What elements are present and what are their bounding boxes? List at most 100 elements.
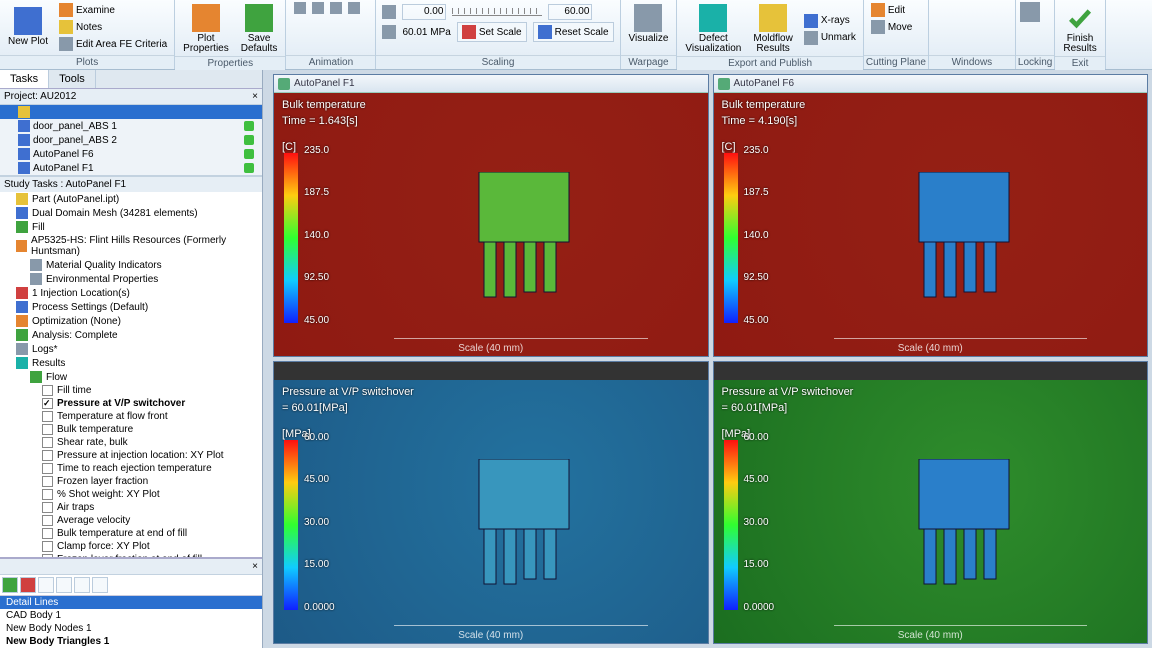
result-row[interactable]: Pressure at injection location: XY Plot: [0, 449, 262, 462]
viewport-titlebar[interactable]: AutoPanel F1: [274, 75, 708, 93]
bt-tool-button[interactable]: [38, 577, 54, 593]
viewport-canvas[interactable]: Bulk temperatureTime = 4.190[s][C]235.01…: [714, 93, 1148, 356]
examine-button[interactable]: Examine: [56, 2, 170, 18]
result-checkbox[interactable]: [42, 541, 53, 552]
result-checkbox[interactable]: [42, 476, 53, 487]
visualize-button[interactable]: Visualize: [625, 2, 673, 46]
study-row[interactable]: Environmental Properties: [0, 272, 262, 286]
study-row-icon: [16, 240, 27, 252]
study-row[interactable]: Optimization (None): [0, 314, 262, 328]
moldflow-results-button[interactable]: Moldflow Results: [749, 2, 796, 56]
new-plot-button[interactable]: New Plot: [4, 5, 52, 49]
result-row[interactable]: Temperature at flow front: [0, 410, 262, 423]
study-row[interactable]: Part (AutoPanel.ipt): [0, 192, 262, 206]
result-row[interactable]: Fill time: [0, 384, 262, 397]
bottom-row[interactable]: CAD Body 1: [0, 609, 262, 622]
result-row[interactable]: Bulk temperature: [0, 423, 262, 436]
defect-viz-button[interactable]: Defect Visualization: [681, 2, 745, 56]
result-checkbox[interactable]: [42, 515, 53, 526]
study-row-label: Logs*: [32, 344, 58, 355]
project-root[interactable]: [0, 105, 262, 119]
result-checkbox[interactable]: [42, 398, 53, 409]
viewport-canvas[interactable]: Pressure at V/P switchover= 60.01[MPa][M…: [714, 380, 1148, 643]
project-item[interactable]: door_panel_ABS 2: [0, 133, 262, 147]
bt-tool-button[interactable]: [56, 577, 72, 593]
cut-move-label: Move: [888, 22, 912, 33]
edit-comments-button[interactable]: Edit Area FE Criteria: [56, 36, 170, 52]
study-row[interactable]: Dual Domain Mesh (34281 elements): [0, 206, 262, 220]
cut-edit-button[interactable]: Edit: [868, 2, 915, 18]
result-row[interactable]: Time to reach ejection temperature: [0, 462, 262, 475]
result-checkbox[interactable]: [42, 450, 53, 461]
sliders-icon[interactable]: [382, 5, 396, 19]
result-row[interactable]: Frozen layer fraction: [0, 475, 262, 488]
sliders-icon-2[interactable]: [382, 25, 396, 39]
bottom-row[interactable]: New Body Nodes 1: [0, 622, 262, 635]
project-header: Project: AU2012×: [0, 89, 262, 105]
study-row[interactable]: AP5325-HS: Flint Hills Resources (Former…: [0, 234, 262, 258]
result-checkbox[interactable]: [42, 502, 53, 513]
result-checkbox[interactable]: [42, 385, 53, 396]
result-row[interactable]: % Shot weight: XY Plot: [0, 488, 262, 501]
tab-tools[interactable]: Tools: [49, 70, 96, 88]
bt-tool-button[interactable]: [92, 577, 108, 593]
reset-scale-button[interactable]: Reset Scale: [533, 22, 614, 42]
result-row[interactable]: Clamp force: XY Plot: [0, 540, 262, 553]
xrays-button[interactable]: X-rays: [801, 13, 859, 29]
notes-button[interactable]: Notes: [56, 19, 170, 35]
finish-results-button[interactable]: Finish Results: [1059, 2, 1100, 56]
bt-delete-button[interactable]: [20, 577, 36, 593]
unmark-button[interactable]: Unmark: [801, 30, 859, 46]
study-row[interactable]: Process Settings (Default): [0, 300, 262, 314]
study-row[interactable]: Logs*: [0, 342, 262, 356]
forward-icon[interactable]: [330, 2, 342, 14]
loop-icon[interactable]: [348, 2, 360, 14]
viewport-canvas[interactable]: Pressure at V/P switchover= 60.01[MPa][M…: [274, 380, 708, 643]
viewport-0[interactable]: AutoPanel F1Bulk temperatureTime = 1.643…: [273, 74, 709, 357]
save-defaults-button[interactable]: Save Defaults: [237, 2, 282, 56]
project-item[interactable]: AutoPanel F6: [0, 147, 262, 161]
result-checkbox[interactable]: [42, 424, 53, 435]
result-checkbox[interactable]: [42, 437, 53, 448]
close-icon[interactable]: ×: [252, 561, 258, 572]
result-row[interactable]: Bulk temperature at end of fill: [0, 527, 262, 540]
project-item[interactable]: AutoPanel F1: [0, 161, 262, 175]
set-scale-button[interactable]: Set Scale: [457, 22, 527, 42]
viewport-canvas[interactable]: Bulk temperatureTime = 1.643[s][C]235.01…: [274, 93, 708, 356]
plot-properties-button[interactable]: Plot Properties: [179, 2, 233, 56]
group-label-exit: Exit: [1055, 56, 1104, 70]
study-row[interactable]: Fill: [0, 220, 262, 234]
rewind-icon[interactable]: [294, 2, 306, 14]
result-value: Time = 4.190[s]: [722, 115, 798, 127]
result-checkbox[interactable]: [42, 489, 53, 500]
close-icon[interactable]: ×: [252, 91, 258, 102]
result-name: Bulk temperature: [722, 99, 806, 111]
play-icon[interactable]: [312, 2, 324, 14]
viewport-2[interactable]: Pressure at V/P switchover= 60.01[MPa][M…: [273, 361, 709, 644]
study-row[interactable]: Results: [0, 356, 262, 370]
study-row[interactable]: 1 Injection Location(s): [0, 286, 262, 300]
result-row[interactable]: Average velocity: [0, 514, 262, 527]
result-checkbox[interactable]: [42, 528, 53, 539]
study-row[interactable]: Analysis: Complete: [0, 328, 262, 342]
result-row[interactable]: Shear rate, bulk: [0, 436, 262, 449]
result-row[interactable]: Flow: [0, 370, 262, 384]
result-row[interactable]: Air traps: [0, 501, 262, 514]
bt-add-button[interactable]: [2, 577, 18, 593]
lock-icon[interactable]: [1020, 2, 1040, 22]
viewport-titlebar[interactable]: AutoPanel F6: [714, 75, 1148, 93]
result-checkbox[interactable]: [42, 411, 53, 422]
result-checkbox[interactable]: [42, 463, 53, 474]
project-item[interactable]: door_panel_ABS 1: [0, 119, 262, 133]
bt-tool-button[interactable]: [74, 577, 90, 593]
bottom-row[interactable]: New Body Triangles 1: [0, 635, 262, 648]
scale-slider[interactable]: [452, 8, 542, 16]
viewport-3[interactable]: Pressure at V/P switchover= 60.01[MPa][M…: [713, 361, 1149, 644]
cut-move-button[interactable]: Move: [868, 19, 915, 35]
bottom-row[interactable]: Detail Lines: [0, 596, 262, 609]
study-row[interactable]: Material Quality Indicators: [0, 258, 262, 272]
result-row[interactable]: Pressure at V/P switchover: [0, 397, 262, 410]
tab-tasks[interactable]: Tasks: [0, 70, 49, 88]
viewport-1[interactable]: AutoPanel F6 Bulk temperature Time = 4.190…: [713, 74, 1149, 357]
examine-label: Examine: [76, 5, 115, 16]
